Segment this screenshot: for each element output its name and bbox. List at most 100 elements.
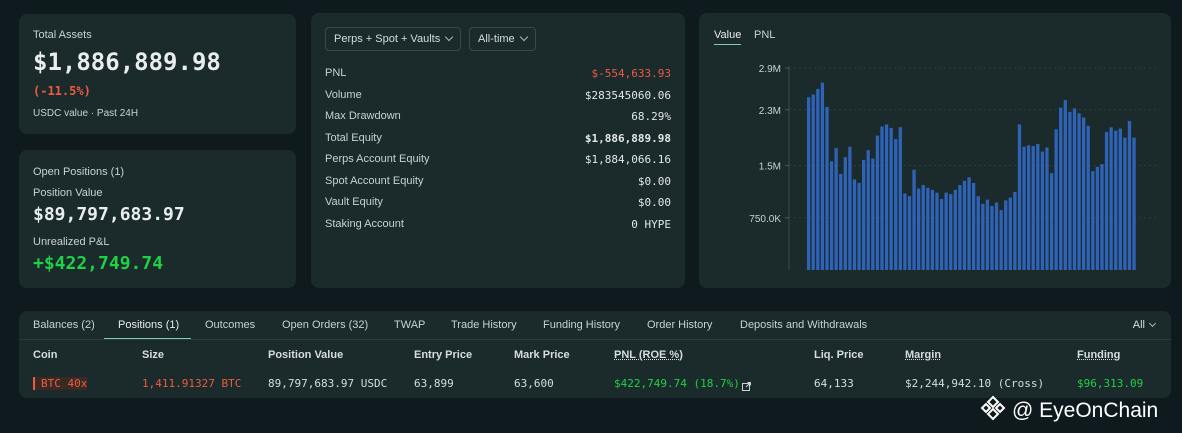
chart-bar[interactable]: [871, 158, 875, 270]
chart-bar[interactable]: [907, 196, 912, 270]
chart-bar[interactable]: [880, 126, 884, 270]
chart-bar[interactable]: [1049, 173, 1054, 270]
stat-value: $0.00: [637, 174, 671, 188]
chart-bar[interactable]: [875, 135, 880, 270]
chart-bar[interactable]: [839, 173, 843, 270]
tab-deposits-withdrawals[interactable]: Deposits and Withdrawals: [740, 319, 867, 331]
chart-bar[interactable]: [921, 185, 925, 270]
chart-bar[interactable]: [852, 179, 857, 270]
chart-bar[interactable]: [944, 192, 948, 270]
chart-bar[interactable]: [898, 127, 902, 271]
tab-positions[interactable]: Positions (1): [118, 319, 179, 331]
chart-bar[interactable]: [1100, 164, 1104, 270]
chart-bar[interactable]: [1054, 129, 1058, 270]
chart-bar[interactable]: [820, 82, 825, 270]
chart-bar[interactable]: [926, 187, 930, 270]
chart-bar[interactable]: [939, 198, 944, 270]
chart-bar[interactable]: [1022, 146, 1026, 270]
chart-bar[interactable]: [1013, 191, 1017, 270]
filter-dropdown[interactable]: All: [1133, 319, 1157, 331]
tab-balances[interactable]: Balances (2): [33, 319, 95, 331]
chart-bar[interactable]: [843, 157, 847, 270]
chart-bar[interactable]: [1036, 143, 1040, 270]
chart-bar[interactable]: [848, 146, 852, 270]
chart-bar[interactable]: [976, 196, 980, 270]
tab-trade-history[interactable]: Trade History: [451, 319, 517, 331]
chart-bar[interactable]: [917, 188, 921, 271]
chart-bar[interactable]: [967, 177, 971, 270]
stat-value: 68.29%: [631, 110, 671, 123]
chart-bar[interactable]: [884, 124, 889, 270]
chart-bar[interactable]: [1068, 111, 1072, 270]
chart-bar[interactable]: [912, 169, 916, 270]
chart-bar[interactable]: [958, 185, 962, 270]
chart-bar[interactable]: [894, 139, 898, 270]
tab-open-orders[interactable]: Open Orders (32): [282, 319, 368, 331]
chart-bar[interactable]: [1031, 146, 1035, 270]
scope-dropdown[interactable]: Perps + Spot + Vaults: [325, 27, 462, 51]
chart-bar[interactable]: [1127, 120, 1132, 270]
col-header-pnl[interactable]: PNL (ROE %): [614, 349, 683, 361]
chart-bar[interactable]: [1114, 130, 1118, 270]
chart-bar[interactable]: [1072, 108, 1077, 271]
chart-bar[interactable]: [1109, 127, 1113, 271]
chart-bar[interactable]: [1063, 100, 1067, 270]
chart-bar[interactable]: [825, 107, 829, 270]
share-icon[interactable]: [742, 378, 751, 391]
position-value: $89,797,683.97: [33, 204, 185, 225]
chart-bar[interactable]: [1017, 124, 1022, 270]
coin-cell[interactable]: BTC 40x: [33, 377, 88, 390]
chart-bar[interactable]: [1132, 137, 1136, 270]
chart-bar[interactable]: [935, 192, 939, 270]
chevron-down-icon: [1148, 319, 1157, 327]
chart-bar[interactable]: [834, 148, 838, 270]
chart-bar[interactable]: [930, 189, 935, 270]
chart-bar[interactable]: [816, 88, 820, 271]
chart-bar[interactable]: [990, 205, 994, 270]
chart-bar[interactable]: [903, 193, 907, 270]
chart-bar[interactable]: [1027, 145, 1031, 270]
account-stats-card: Perps + Spot + Vaults All-time PNL $-554…: [311, 13, 685, 288]
tab-twap[interactable]: TWAP: [394, 319, 425, 331]
chart-bar[interactable]: [999, 210, 1003, 270]
tab-funding-history[interactable]: Funding History: [543, 319, 620, 331]
stat-row-total-equity: Total Equity $1,886,889.98: [325, 132, 671, 148]
active-tab-indicator: [104, 338, 191, 339]
chart-bar[interactable]: [1095, 166, 1100, 270]
chart-bars: [807, 82, 1136, 271]
eyeonchain-watermark: @ EyeOnChain: [980, 395, 1158, 427]
chart-bar[interactable]: [866, 150, 870, 270]
col-header-margin[interactable]: Margin: [905, 349, 941, 361]
chart-bar[interactable]: [953, 189, 957, 270]
chart-bar[interactable]: [1004, 200, 1008, 270]
chart-bar[interactable]: [962, 180, 967, 270]
chart-bar[interactable]: [981, 203, 985, 270]
chart-bar[interactable]: [985, 199, 990, 270]
chart-bar[interactable]: [949, 194, 953, 270]
time-range-dropdown[interactable]: All-time: [469, 27, 536, 51]
chart-bar[interactable]: [1040, 151, 1045, 270]
chart-bar[interactable]: [1008, 197, 1012, 270]
chart-bar[interactable]: [807, 97, 811, 270]
chart-bar[interactable]: [1118, 128, 1122, 270]
chart-bar[interactable]: [972, 182, 976, 270]
chart-bar[interactable]: [1091, 171, 1095, 270]
tab-outcomes[interactable]: Outcomes: [205, 319, 255, 331]
chart-bar[interactable]: [1082, 117, 1086, 271]
chart-bar[interactable]: [889, 127, 893, 271]
margin-cell: $2,244,942.10 (Cross): [905, 377, 1045, 390]
chart-bar[interactable]: [862, 159, 866, 270]
time-range-dropdown-label: All-time: [478, 33, 515, 45]
col-header-funding[interactable]: Funding: [1077, 349, 1120, 361]
chart-bar[interactable]: [1104, 132, 1109, 270]
chart-bar[interactable]: [1123, 137, 1127, 270]
chart-bar[interactable]: [811, 94, 815, 270]
tab-order-history[interactable]: Order History: [647, 319, 712, 331]
chart-bar[interactable]: [829, 161, 834, 270]
chart-bar[interactable]: [1077, 113, 1081, 270]
chart-bar[interactable]: [1059, 107, 1063, 270]
chart-bar[interactable]: [857, 182, 861, 270]
chart-bar[interactable]: [1045, 147, 1049, 270]
chart-bar[interactable]: [1086, 125, 1090, 270]
chart-bar[interactable]: [994, 202, 999, 270]
